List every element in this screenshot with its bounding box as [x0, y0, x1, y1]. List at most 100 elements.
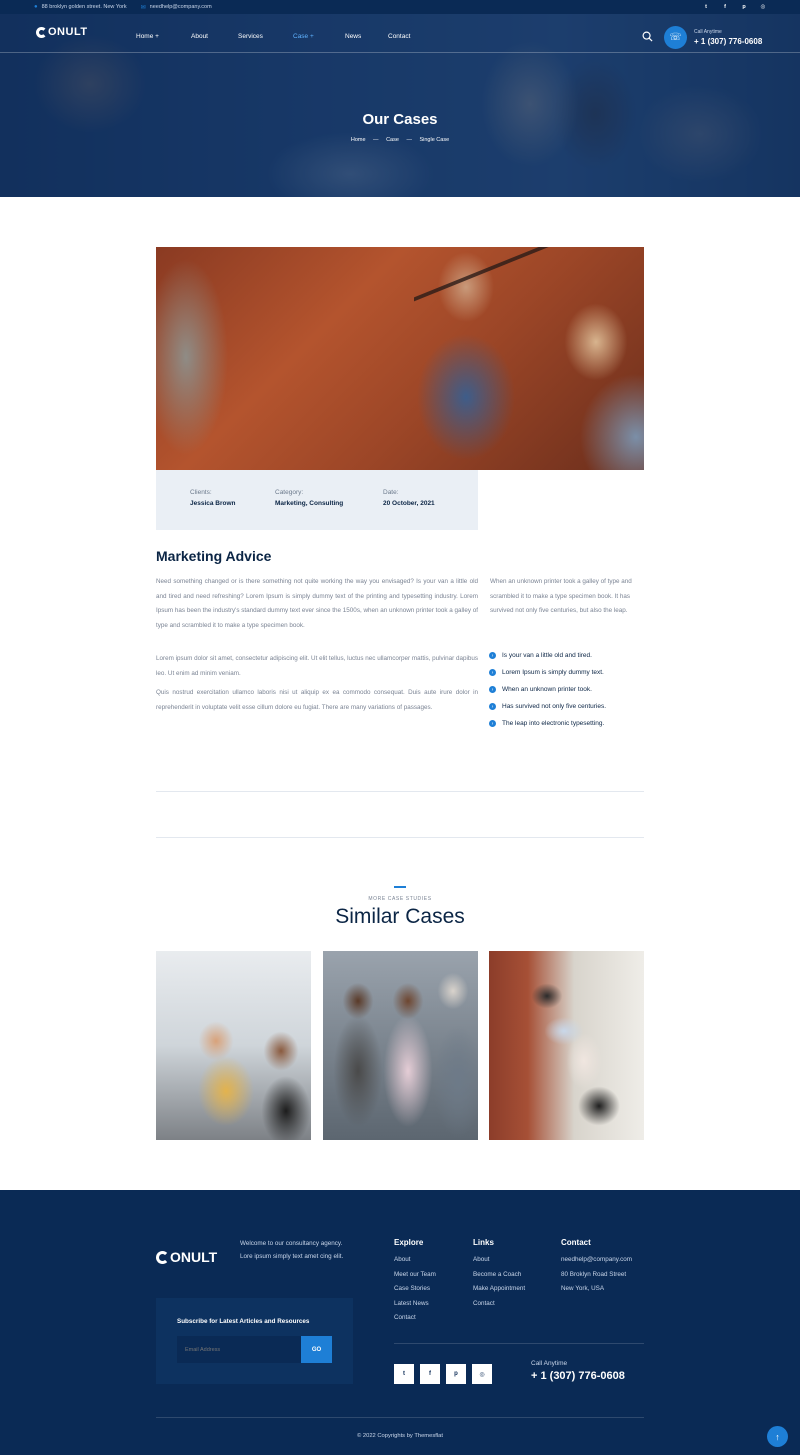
arrow-right-icon: › — [489, 686, 496, 693]
logo-text: ONULT — [48, 26, 88, 38]
map-pin-icon: ● — [34, 4, 38, 10]
case-paragraph-3: Quis nostrud exercitation ullamco labori… — [156, 689, 478, 711]
search-icon[interactable] — [642, 31, 653, 42]
divider — [156, 791, 644, 792]
breadcrumb-case[interactable]: Case — [386, 137, 399, 143]
meta-value: Marketing, Consulting — [275, 500, 344, 507]
site-logo[interactable]: ONULT — [36, 26, 88, 38]
topbar-socials: t f p ◎ — [703, 4, 766, 10]
breadcrumb-home[interactable]: Home — [351, 137, 366, 143]
arrow-right-icon: › — [489, 703, 496, 710]
footer-about: Welcome to our consultancy agency. Lore … — [240, 1240, 344, 1260]
meta-category: Category: Marketing, Consulting — [275, 489, 343, 507]
list-item-text: Is your van a little old and tired. — [502, 652, 592, 659]
email-text[interactable]: needhelp@company.com — [150, 4, 212, 10]
case-checklist: › Is your van a little old and tired. › Lo… — [489, 647, 606, 732]
footer-link[interactable]: Make Appointment — [473, 1285, 525, 1300]
instagram-icon[interactable]: ◎ — [760, 4, 766, 10]
list-item-text: Has survived not only five centuries. — [502, 703, 607, 710]
list-item: › When an unknown printer took. — [489, 681, 606, 698]
breadcrumb-sep: — — [406, 137, 412, 143]
arrow-right-icon: › — [489, 652, 496, 659]
footer-contact: Contact needhelp@company.com 80 Broklyn … — [561, 1238, 632, 1300]
case-title: Marketing Advice — [156, 548, 272, 564]
meta-value: Jessica Brown — [190, 500, 236, 507]
footer-contact-city: New York, USA — [561, 1285, 605, 1292]
case-paragraph-1: Need something changed or is there somet… — [156, 578, 478, 629]
case-hero-image — [156, 247, 644, 470]
breadcrumb-sep: — — [373, 137, 379, 143]
list-item-text: Lorem Ipsum is simply dummy text. — [502, 669, 604, 676]
logo-mark-icon — [36, 26, 47, 38]
phone-icon[interactable]: ☏ — [664, 26, 687, 49]
case-card-2[interactable] — [323, 951, 478, 1140]
footer-bottom-divider — [156, 1417, 644, 1418]
address-text: 88 broklyn golden street. New York — [41, 4, 127, 10]
footer-explore: Explore About Meet our Team Case Stories… — [394, 1238, 436, 1329]
footer-call-number[interactable]: + 1 (307) 776-0608 — [531, 1370, 625, 1382]
list-item-text: The leap into electronic typesetting. — [502, 720, 605, 727]
arrow-right-icon: › — [489, 720, 496, 727]
footer-link[interactable]: Contact — [394, 1314, 436, 1329]
nav-item-contact[interactable]: Contact — [388, 33, 428, 40]
subscribe-button[interactable]: GO — [301, 1336, 332, 1363]
copyright-text: © 2022 Copyrights by Themesflat — [356, 1433, 443, 1439]
footer-contact-address: 80 Broklyn Road Street — [561, 1270, 627, 1278]
twitter-icon[interactable]: t — [703, 4, 709, 10]
nav-item-home[interactable]: Home + — [136, 33, 191, 40]
instagram-icon[interactable]: ◎ — [472, 1364, 492, 1384]
section-title: Similar Cases — [335, 905, 465, 928]
footer-link[interactable]: About — [394, 1256, 436, 1271]
footer-heading: Links — [473, 1238, 494, 1247]
footer-call[interactable]: Call Anytime + 1 (307) 776-0608 — [531, 1360, 625, 1382]
subscribe-title: Subscribe for Latest Articles and Resour… — [177, 1318, 310, 1325]
case-side-paragraph: When an unknown printer took a galley of… — [490, 578, 632, 614]
meta-value: 20 October, 2021 — [383, 500, 435, 507]
twitter-icon[interactable]: t — [394, 1364, 414, 1384]
meta-clients: Clients: Jessica Brown — [190, 489, 236, 507]
footer-link[interactable]: Latest News — [394, 1300, 436, 1315]
mail-icon: ✉ — [140, 4, 146, 11]
nav-item-services[interactable]: Services — [238, 33, 293, 40]
call-number[interactable]: + 1 (307) 776-0608 — [694, 37, 762, 46]
meta-key: Clients: — [190, 489, 212, 496]
footer-logo[interactable]: ONULT — [156, 1249, 217, 1265]
email-item[interactable]: ✉ needhelp@company.com — [141, 4, 212, 11]
divider — [156, 837, 644, 838]
nav-item-case[interactable]: Case + — [293, 33, 345, 40]
arrow-up-icon[interactable]: ↑ — [767, 1426, 788, 1447]
footer-link[interactable]: Case Stories — [394, 1285, 436, 1300]
case-card-1[interactable] — [156, 951, 311, 1140]
meta-key: Date: — [383, 489, 399, 496]
meta-date: Date: 20 October, 2021 — [383, 489, 435, 507]
list-item-text: When an unknown printer took. — [502, 686, 592, 693]
section-kicker: MORE CASE STUDIES — [368, 896, 432, 902]
nav-item-news[interactable]: News — [345, 33, 388, 40]
pinterest-icon[interactable]: p — [741, 4, 747, 10]
footer-link[interactable]: Become a Coach — [473, 1271, 525, 1286]
meta-key: Category: — [275, 489, 304, 496]
footer-call-label: Call Anytime — [531, 1360, 568, 1367]
footer-contact-email[interactable]: needhelp@company.com — [561, 1256, 632, 1271]
header-call[interactable]: Call Anytime + 1 (307) 776-0608 — [694, 29, 762, 46]
footer-heading: Explore — [394, 1238, 424, 1247]
pinterest-icon[interactable]: p — [446, 1364, 466, 1384]
facebook-icon[interactable]: f — [420, 1364, 440, 1384]
list-item: › Lorem Ipsum is simply dummy text. — [489, 664, 606, 681]
footer-link[interactable]: Contact — [473, 1300, 525, 1315]
breadcrumb: Home — Case — Single Case — [0, 137, 800, 143]
footer-heading: Contact — [561, 1238, 591, 1247]
case-meta-box: Clients: Jessica Brown Category: Marketi… — [156, 470, 478, 530]
case-paragraph-2: Lorem ipsum dolor sit amet, consectetur … — [156, 655, 478, 677]
facebook-icon[interactable]: f — [722, 4, 728, 10]
breadcrumb-current: Single Case — [419, 137, 450, 143]
footer-link[interactable]: Meet our Team — [394, 1271, 436, 1286]
address-item: ● 88 broklyn golden street. New York — [34, 4, 127, 10]
section-dash — [394, 886, 406, 888]
call-label: Call Anytime — [694, 29, 722, 35]
footer-link[interactable]: About — [473, 1256, 525, 1271]
email-field[interactable] — [177, 1336, 301, 1363]
logo-mark-icon — [156, 1250, 169, 1264]
case-card-3[interactable] — [489, 951, 644, 1140]
nav-item-about[interactable]: About — [191, 33, 238, 40]
